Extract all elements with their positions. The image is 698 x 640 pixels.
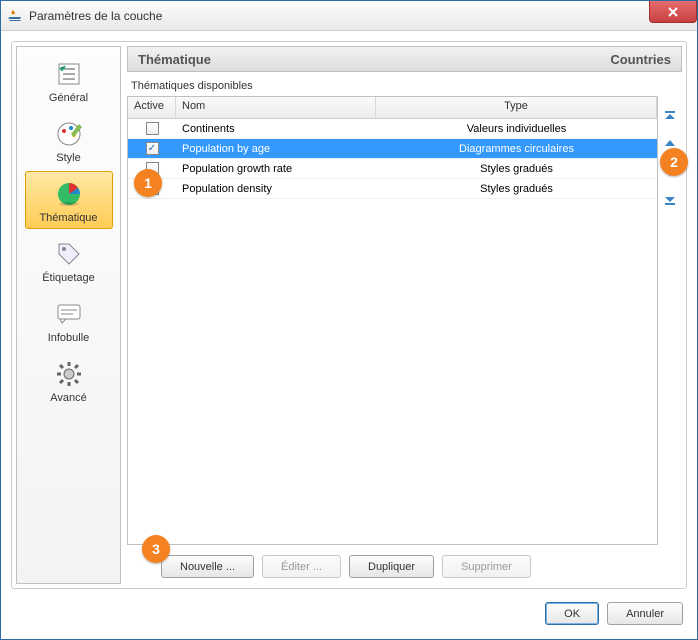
sidebar-item-label: Avancé: [50, 392, 87, 404]
col-active[interactable]: Active: [128, 97, 176, 118]
cell-nom: Population growth rate: [176, 163, 376, 175]
pie-chart-icon: [53, 178, 85, 210]
active-checkbox[interactable]: ✓: [146, 142, 159, 155]
cell-type: Diagrammes circulaires: [376, 143, 657, 155]
checklist-icon: [53, 58, 85, 90]
layer-name: Countries: [610, 52, 671, 67]
table-area: Active Nom Type ContinentsValeurs indivi…: [127, 96, 682, 545]
window-title: Paramètres de la couche: [29, 9, 162, 23]
cell-nom: Population by age: [176, 143, 376, 155]
cell-active: [128, 122, 176, 135]
cell-type: Styles gradués: [376, 183, 657, 195]
available-thematics-label: Thématiques disponibles: [131, 80, 682, 92]
sidebar-item-label: Infobulle: [48, 332, 90, 344]
new-button[interactable]: Nouvelle ...: [161, 555, 254, 578]
callout-2: 2: [660, 148, 688, 176]
sidebar-item-etiquetage[interactable]: Étiquetage: [25, 231, 113, 289]
table-row[interactable]: ContinentsValeurs individuelles: [128, 119, 657, 139]
close-icon: [668, 7, 678, 17]
cell-nom: Population density: [176, 183, 376, 195]
dialog-footer: OK Annuler: [545, 602, 683, 625]
callout-1: 1: [134, 169, 162, 197]
sidebar-item-avance[interactable]: Avancé: [25, 351, 113, 409]
gear-icon: [53, 358, 85, 390]
sidebar-item-thematique[interactable]: Thématique: [25, 171, 113, 229]
cell-active: ✓: [128, 142, 176, 155]
cancel-button[interactable]: Annuler: [607, 602, 683, 625]
sidebar-item-label: Général: [49, 92, 88, 104]
delete-button: Supprimer: [442, 555, 531, 578]
sidebar-item-label: Style: [56, 152, 80, 164]
action-buttons: Nouvelle ... Éditer ... Dupliquer Suppri…: [127, 545, 682, 584]
active-checkbox[interactable]: [146, 122, 159, 135]
sidebar-item-label: Thématique: [39, 212, 97, 224]
table-row[interactable]: ✓Population densityStyles gradués: [128, 179, 657, 199]
cell-type: Valeurs individuelles: [376, 123, 657, 135]
callout-3: 3: [142, 535, 170, 563]
move-bottom-button[interactable]: [662, 192, 678, 208]
tooltip-icon: [53, 298, 85, 330]
sidebar-item-label: Étiquetage: [42, 272, 95, 284]
col-nom[interactable]: Nom: [176, 97, 376, 118]
table-row[interactable]: Population growth rateStyles gradués: [128, 159, 657, 179]
main-panel: Thématique Countries Thématiques disponi…: [127, 46, 682, 584]
section-title: Thématique: [138, 52, 211, 67]
sidebar-item-style[interactable]: Style: [25, 111, 113, 169]
ok-button[interactable]: OK: [545, 602, 599, 625]
palette-icon: [53, 118, 85, 150]
col-type[interactable]: Type: [376, 97, 657, 118]
tag-icon: [53, 238, 85, 270]
table-row[interactable]: ✓ Population by ageDiagrammes circulaires: [128, 139, 657, 159]
cell-type: Styles gradués: [376, 163, 657, 175]
duplicate-button[interactable]: Dupliquer: [349, 555, 434, 578]
edit-button: Éditer ...: [262, 555, 341, 578]
close-button[interactable]: [649, 1, 697, 23]
section-header: Thématique Countries: [127, 46, 682, 72]
cell-nom: Continents: [176, 123, 376, 135]
table-header: Active Nom Type: [128, 97, 657, 119]
move-top-button[interactable]: [662, 108, 678, 124]
java-icon: [7, 8, 23, 24]
move-bottom-icon: [663, 193, 677, 207]
move-top-icon: [663, 109, 677, 123]
sidebar-item-general[interactable]: Général: [25, 51, 113, 109]
content-panel: Général Style Thématique Étiquetage Info…: [11, 41, 687, 589]
sidebar-item-infobulle[interactable]: Infobulle: [25, 291, 113, 349]
thematics-table[interactable]: Active Nom Type ContinentsValeurs indivi…: [127, 96, 658, 545]
dialog-window: Paramètres de la couche Général Style Th…: [0, 0, 698, 640]
sidebar: Général Style Thématique Étiquetage Info…: [16, 46, 121, 584]
titlebar: Paramètres de la couche: [1, 1, 697, 31]
table-body: ContinentsValeurs individuelles✓Populati…: [128, 119, 657, 544]
